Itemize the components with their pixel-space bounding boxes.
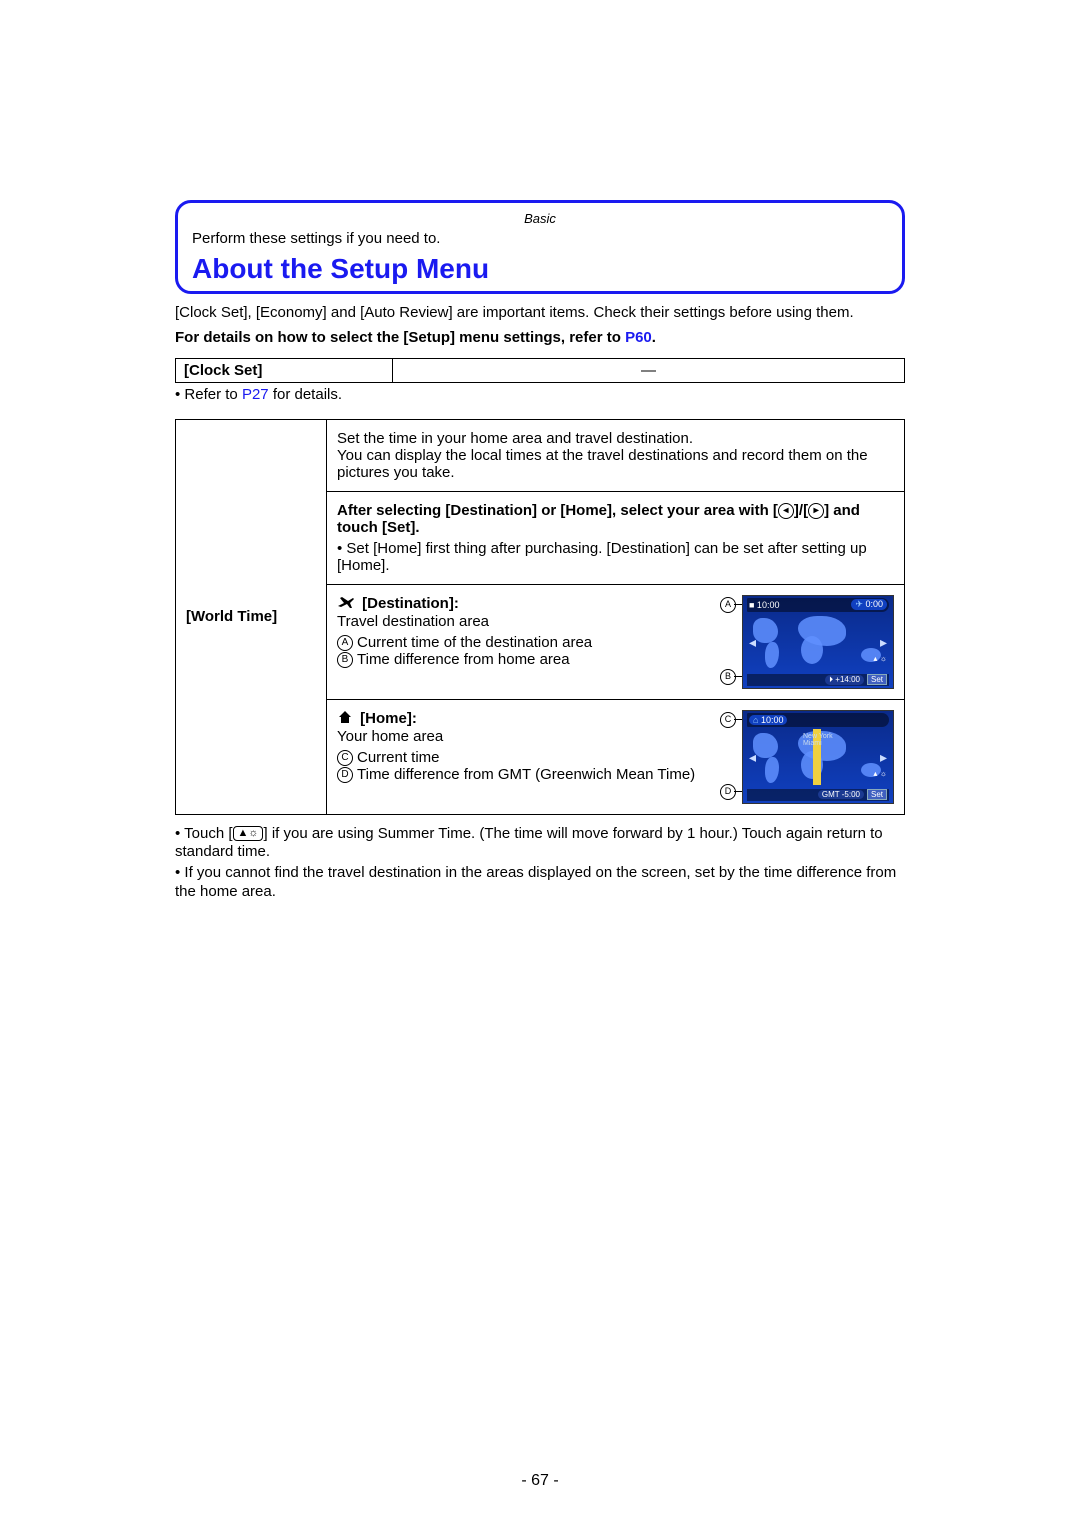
callout-d-icon: D <box>720 784 736 800</box>
text: ] if you are using Summer Time. (The tim… <box>175 825 883 861</box>
world-time-label: [World Time] <box>176 419 327 814</box>
page-number: - 67 - <box>175 1472 905 1490</box>
home-icon <box>337 710 353 728</box>
section-header-box: Basic Perform these settings if you need… <box>175 200 905 294</box>
home-map-wrap: C D ⌂ 10:00 <box>742 710 894 804</box>
destination-map-wrap: A B ■ 10:00 ✈ 0:00 <box>742 595 894 689</box>
clock-set-note: • Refer to P27 for details. <box>175 386 905 403</box>
link-p60[interactable]: P60 <box>625 329 652 346</box>
link-p27[interactable]: P27 <box>242 386 269 403</box>
text: After selecting [Destination] or [Home],… <box>337 502 778 519</box>
home-sub: Your home area <box>337 728 732 745</box>
destination-title: [Destination]: <box>362 595 459 612</box>
home-map: ⌂ 10:00 New YorkMiami ◂ ▸ GMT -5:00 Set … <box>742 710 894 804</box>
left-arrow-icon: ◂ <box>778 503 794 519</box>
dest-b-text: Time difference from home area <box>357 651 570 668</box>
label-d-icon: D <box>337 767 353 783</box>
home-time: 10:00 <box>761 715 784 725</box>
callout-a-icon: A <box>720 597 736 613</box>
label-b-icon: B <box>337 652 353 668</box>
section-intro: Perform these settings if you need to. <box>192 230 888 247</box>
clock-set-table: [Clock Set] — <box>175 358 905 383</box>
text: For details on how to select the [Setup]… <box>175 329 625 346</box>
label-c-icon: C <box>337 750 353 766</box>
label-a-icon: A <box>337 635 353 651</box>
text: ]/[ <box>794 502 808 519</box>
summer-time-button-icon: ▲☼ <box>233 826 264 842</box>
plane-icon <box>337 595 355 613</box>
world-time-table: [World Time] Set the time in your home a… <box>175 419 905 815</box>
world-time-desc: Set the time in your home area and trave… <box>327 419 905 491</box>
text: . <box>652 329 656 346</box>
home-c-text: Current time <box>357 749 440 766</box>
destination-cell: [Destination]: Travel destination area A… <box>327 584 905 699</box>
callout-c-icon: C <box>720 712 736 728</box>
world-time-instruction: After selecting [Destination] or [Home],… <box>327 491 905 584</box>
text: • Touch [ <box>175 825 233 842</box>
callout-b-icon: B <box>720 669 736 685</box>
map-top-left: ■ 10:00 <box>749 600 779 610</box>
manual-page: Basic Perform these settings if you need… <box>0 0 1080 1530</box>
map-left-arrow-icon: ◂ <box>749 749 756 766</box>
section-category: Basic <box>192 211 888 226</box>
note-set-home-first: • Set [Home] first thing after purchasin… <box>337 540 894 574</box>
text: for details. <box>269 386 342 403</box>
paragraph-refer-setup: For details on how to select the [Setup]… <box>175 329 905 348</box>
dest-a-text: Current time of the destination area <box>357 634 592 651</box>
note-cannot-find: • If you cannot find the travel destinat… <box>175 864 905 902</box>
section-title: About the Setup Menu <box>192 253 888 285</box>
map-right-arrow-icon: ▸ <box>880 749 887 766</box>
map-left-arrow-icon: ◂ <box>749 634 756 651</box>
dest-time: 0:00 <box>865 599 883 609</box>
destination-map: ■ 10:00 ✈ 0:00 ◂ ▸ ⏵ +14:00 Set ▴ ☼ <box>742 595 894 689</box>
note-summer-time: • Touch [▲☼] if you are using Summer Tim… <box>175 825 905 863</box>
right-arrow-icon: ▸ <box>808 503 824 519</box>
map-right-arrow-icon: ▸ <box>880 634 887 651</box>
map-set-button[interactable]: Set <box>867 789 887 800</box>
paragraph-important-items: [Clock Set], [Economy] and [Auto Review]… <box>175 304 905 323</box>
home-d-text: Time difference from GMT (Greenwich Mean… <box>357 766 695 783</box>
text: • Refer to <box>175 386 242 403</box>
clock-set-value: — <box>393 358 905 382</box>
destination-sub: Travel destination area <box>337 613 732 630</box>
footnotes: • Touch [▲☼] if you are using Summer Tim… <box>175 825 905 902</box>
home-title: [Home]: <box>360 710 417 727</box>
map-set-button[interactable]: Set <box>867 674 887 685</box>
clock-set-label: [Clock Set] <box>176 358 393 382</box>
home-cell: [Home]: Your home area CCurrent time DTi… <box>327 699 905 814</box>
